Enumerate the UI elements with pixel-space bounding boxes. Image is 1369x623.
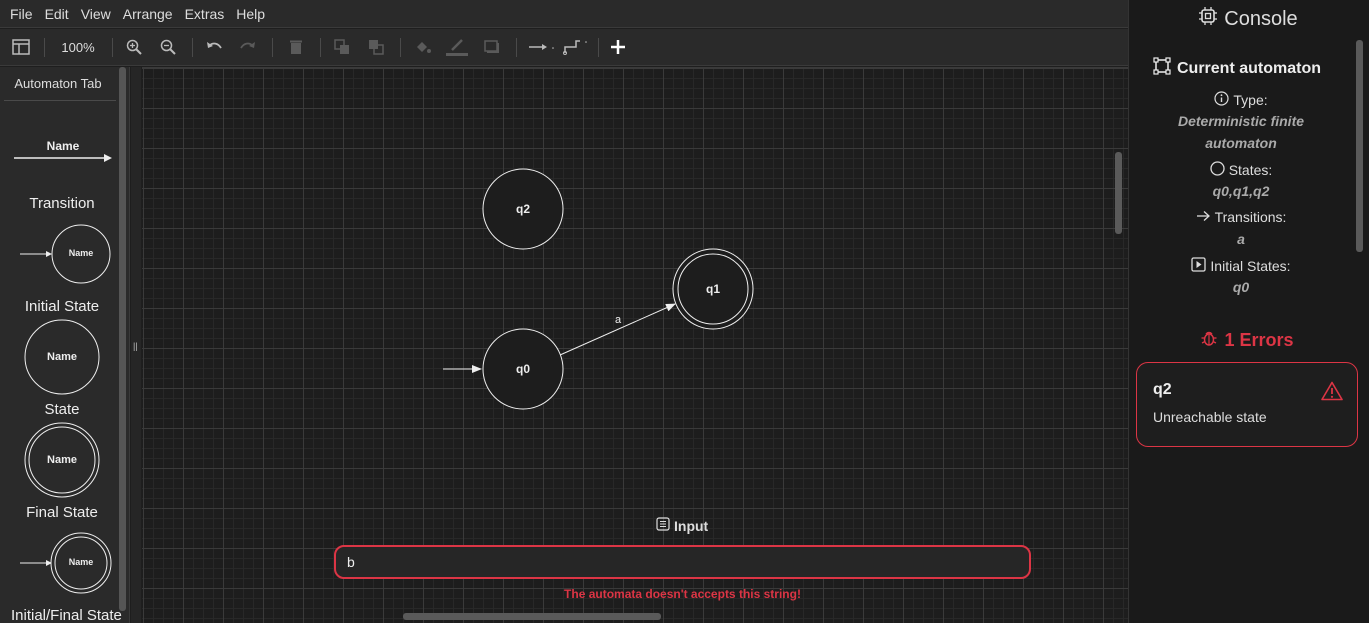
arrow-right-icon	[1196, 209, 1211, 225]
bug-icon	[1200, 329, 1218, 352]
initial-final-state-shape-name: Name	[68, 557, 94, 567]
final-state-shape[interactable]: Name	[24, 422, 102, 500]
menu-view[interactable]: View	[75, 0, 117, 28]
current-automaton-heading: Current automaton	[1153, 57, 1321, 80]
state-shape[interactable]: Name	[24, 319, 102, 397]
console-scrollbar[interactable]	[1356, 40, 1363, 252]
states-row: States:	[1129, 161, 1353, 179]
toolbar: 100%	[0, 29, 1128, 66]
type-label: Type:	[1233, 92, 1268, 108]
connection-style-icon[interactable]	[528, 36, 556, 58]
input-list-icon	[656, 517, 670, 534]
type-row: Type:	[1129, 91, 1353, 109]
delete-icon[interactable]	[286, 36, 306, 58]
state-q2-label: q2	[516, 202, 530, 216]
bounding-box-icon	[1153, 57, 1171, 80]
to-back-icon[interactable]	[366, 36, 386, 58]
input-heading: Input	[656, 517, 708, 534]
state-q0[interactable]: q0	[482, 328, 564, 410]
line-color-icon[interactable]	[446, 36, 468, 58]
initial-states-row: Initial States:	[1129, 257, 1353, 275]
transition-q0-q1[interactable]	[559, 303, 676, 356]
transition-label: Transition	[29, 195, 95, 212]
errors-heading: 1 Errors	[1129, 329, 1365, 352]
transitions-label: Transitions:	[1214, 209, 1287, 225]
to-front-icon[interactable]	[332, 36, 352, 58]
final-state-label: Final State	[26, 504, 98, 521]
menu-bar: File Edit View Arrange Extras Help	[0, 0, 1128, 28]
initial-state-shape[interactable]: Name	[18, 223, 114, 287]
diagram-canvas[interactable]: a q2 q1 q0	[142, 67, 1128, 623]
console-title: Console	[1224, 7, 1298, 30]
input-validation-message: The automata doesn't accepts this string…	[564, 587, 801, 601]
canvas-vertical-scrollbar[interactable]	[1115, 152, 1122, 234]
zoom-level: 100%	[61, 39, 95, 55]
zoom-out-icon[interactable]	[158, 36, 178, 58]
initial-states-value: q0	[1232, 279, 1250, 295]
transition-shape-name: Name	[46, 139, 80, 153]
state-q2[interactable]: q2	[482, 168, 564, 250]
menu-edit[interactable]: Edit	[39, 0, 75, 28]
error-state: q2	[1153, 381, 1172, 398]
state-q0-label: q0	[516, 362, 530, 376]
console-heading: Console	[1129, 6, 1367, 32]
warning-icon	[1321, 381, 1343, 406]
final-state-shape-name: Name	[47, 454, 77, 466]
errors-title: 1 Errors	[1224, 330, 1294, 350]
transitions-value: a	[1237, 231, 1245, 247]
shape-sidebar: Automaton Tab Name Transition Name Initi…	[0, 67, 130, 623]
cpu-icon	[1198, 6, 1218, 32]
shadow-icon[interactable]	[482, 36, 502, 58]
play-box-icon	[1191, 257, 1207, 275]
error-message: Unreachable state	[1153, 409, 1267, 425]
current-automaton-title: Current automaton	[1177, 59, 1321, 77]
initial-state-label: Initial State	[24, 298, 100, 315]
state-q1-label: q1	[706, 282, 720, 296]
waypoints-icon[interactable]	[562, 36, 588, 58]
redo-icon[interactable]	[238, 36, 258, 58]
console-panel: Console Current automaton Type: Determin…	[1128, 0, 1369, 623]
states-label: States:	[1228, 162, 1273, 178]
initial-state-shape-name: Name	[68, 248, 94, 258]
add-icon[interactable]	[608, 36, 628, 58]
automaton-graph: a q2 q1 q0	[443, 168, 754, 410]
canvas-horizontal-scrollbar[interactable]	[403, 613, 661, 620]
sidebar-scrollbar[interactable]	[119, 67, 126, 611]
circle-icon	[1210, 161, 1225, 179]
initial-final-state-label: Initial/Final State	[11, 607, 122, 623]
transition-shape[interactable]: Name	[12, 137, 114, 167]
zoom-level-dropdown[interactable]: 100%	[56, 36, 100, 58]
sidebar-title: Automaton Tab	[14, 76, 102, 91]
fill-color-icon[interactable]	[413, 36, 433, 58]
transition-q0-q1-label: a	[615, 314, 622, 326]
menu-arrange[interactable]: Arrange	[117, 0, 179, 28]
menu-help[interactable]: Help	[230, 0, 271, 28]
error-card: q2 Unreachable state	[1136, 362, 1358, 447]
state-q1[interactable]: q1	[672, 248, 754, 330]
zoom-in-icon[interactable]	[124, 36, 144, 58]
initial-final-state-shape[interactable]: Name	[18, 531, 114, 595]
format-panel-toggle-icon[interactable]	[10, 36, 32, 58]
initial-states-label: Initial States:	[1210, 258, 1291, 274]
transitions-row: Transitions:	[1129, 209, 1353, 225]
menu-file[interactable]: File	[4, 0, 39, 28]
state-shape-name: Name	[47, 351, 77, 363]
info-icon	[1214, 91, 1229, 109]
input-title: Input	[674, 517, 709, 534]
string-input[interactable]: b	[334, 545, 1031, 579]
state-label: State	[44, 401, 80, 418]
menu-extras[interactable]: Extras	[179, 0, 231, 28]
undo-icon[interactable]	[204, 36, 224, 58]
type-value: Deterministic finite automaton	[1177, 113, 1305, 151]
grip-icon: ||	[133, 341, 138, 351]
app-window: File Edit View Arrange Extras Help 100%	[0, 0, 1369, 623]
states-value: q0,q1,q2	[1212, 183, 1270, 199]
